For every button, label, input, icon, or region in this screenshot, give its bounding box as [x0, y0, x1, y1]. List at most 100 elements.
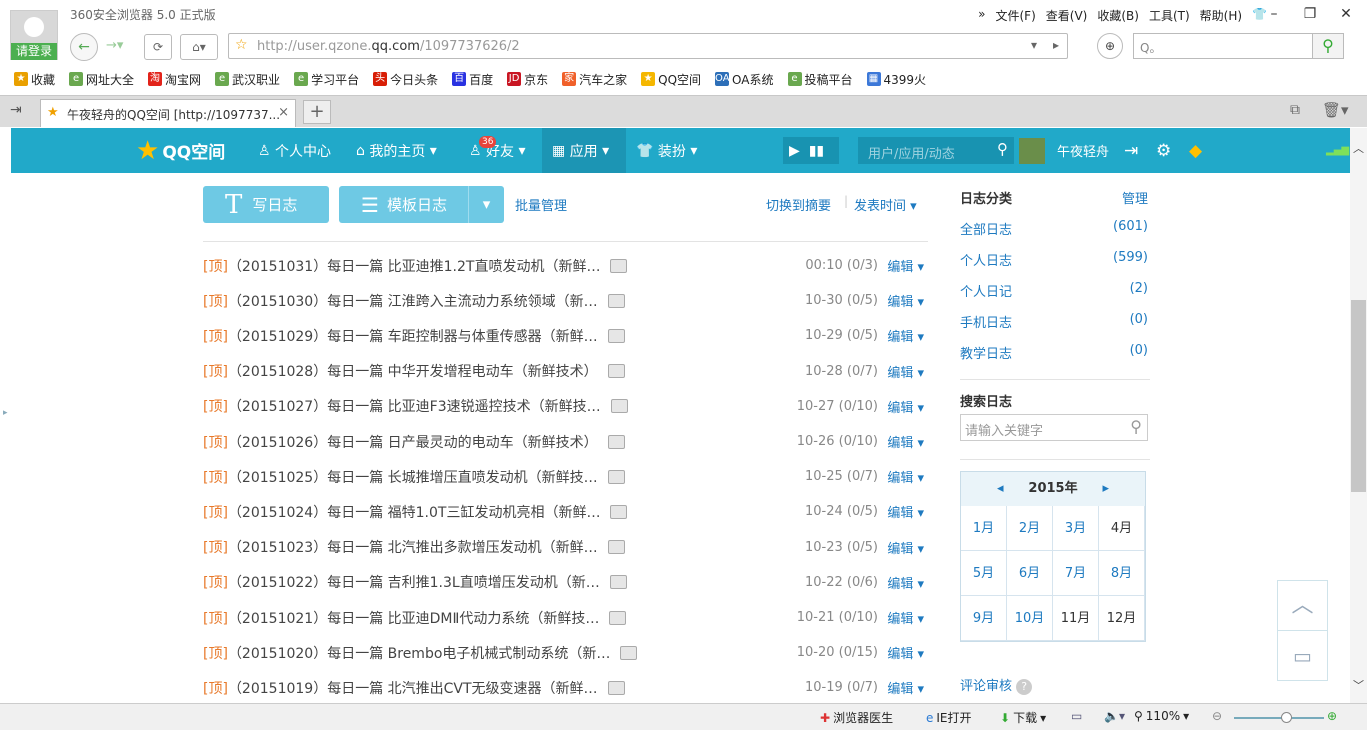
edit-dropdown[interactable]: 编辑 ▾ [887, 502, 924, 521]
edit-dropdown[interactable]: 编辑 ▾ [887, 291, 924, 310]
zoom-control[interactable]: ⚲ 110% ▾ [1134, 709, 1189, 723]
download-button[interactable]: ⬇ 下载 ▾ [1000, 709, 1046, 726]
top-tag[interactable]: [顶] [203, 432, 228, 452]
username-link[interactable]: 午夜轻舟 [1057, 128, 1109, 173]
bookmark-item[interactable]: 头今日头条 [373, 71, 438, 88]
search-button[interactable]: ⚲ [1312, 33, 1344, 59]
minimize-button[interactable]: – [1257, 3, 1291, 25]
blog-title-link[interactable]: （20151025）每日一篇 长城推增压直喷发动机（新鲜技… [228, 467, 598, 487]
refresh-button[interactable]: ⟳ [144, 34, 172, 60]
top-tag[interactable]: [顶] [203, 537, 228, 557]
calendar-month[interactable]: 9月 [961, 596, 1007, 641]
menu-tools[interactable]: 工具(T) [1149, 7, 1190, 24]
blog-title-link[interactable]: （20151031）每日一篇 比亚迪推1.2T直喷发动机（新鲜… [228, 256, 601, 276]
blog-title-link[interactable]: （20151023）每日一篇 北汽推出多款增压发动机（新鲜… [228, 537, 598, 557]
edit-dropdown[interactable]: 编辑 ▾ [887, 643, 924, 662]
bookmark-item[interactable]: e 网址大全 [69, 71, 134, 88]
edit-dropdown[interactable]: 编辑 ▾ [887, 678, 924, 697]
logout-icon[interactable]: ⇥ [1124, 128, 1138, 173]
edit-dropdown[interactable]: 编辑 ▾ [887, 538, 924, 557]
feedback-icon[interactable]: ▭ [1278, 631, 1327, 681]
bookmark-item[interactable]: 家汽车之家 [562, 71, 627, 88]
edit-dropdown[interactable]: 编辑 ▾ [887, 573, 924, 592]
comment-review-link[interactable]: 评论审核 ? [960, 675, 1033, 695]
edit-dropdown[interactable]: 编辑 ▾ [887, 326, 924, 345]
top-tag[interactable]: [顶] [203, 291, 228, 311]
template-dropdown-icon[interactable]: ▾ [468, 186, 504, 223]
top-tag[interactable]: [顶] [203, 678, 228, 698]
menu-favorites[interactable]: 收藏(B) [1097, 7, 1139, 24]
top-tag[interactable]: [顶] [203, 326, 228, 346]
category-item[interactable]: 全部日志 (601) [960, 219, 1148, 238]
music-player[interactable]: ▶ ▮▮ [783, 137, 839, 164]
diamond-icon[interactable]: ◆ [1189, 128, 1202, 173]
calendar-month[interactable]: 2月 [1007, 506, 1053, 551]
scroll-down-icon[interactable]: ﹀ [1350, 677, 1367, 693]
calendar-month[interactable]: 3月 [1053, 506, 1099, 551]
close-button[interactable]: ✕ [1329, 3, 1363, 25]
menu-help[interactable]: 帮助(H) [1200, 7, 1242, 24]
blog-title-link[interactable]: （20151027）每日一篇 比亚迪F3速锐遥控技术（新鲜技… [228, 396, 601, 416]
user-avatar[interactable] [1019, 138, 1045, 164]
blog-title-link[interactable]: （20151026）每日一篇 日产最灵动的电动车（新鲜技术） [228, 432, 598, 452]
bookmark-item[interactable]: e 投稿平台 [787, 71, 853, 88]
menu-file[interactable]: 文件(F) [995, 7, 1035, 24]
left-expand-icon[interactable]: ▸ [3, 408, 8, 418]
forward-button[interactable]: →▾ [106, 38, 123, 53]
top-tag[interactable]: [顶] [203, 572, 228, 592]
blog-title-link[interactable]: （20151028）每日一篇 中华开发增程电动车（新鲜技术） [228, 361, 598, 381]
help-icon[interactable]: ? [1016, 679, 1033, 695]
bookmark-item[interactable]: 淘淘宝网 [148, 71, 201, 88]
shield-icon[interactable]: ⊕ [1097, 33, 1123, 59]
scroll-up-icon[interactable]: ︿ [1350, 140, 1367, 156]
search-icon[interactable]: ⚲ [1130, 417, 1142, 436]
edit-dropdown[interactable]: 编辑 ▾ [887, 608, 924, 627]
zoom-slider[interactable] [1234, 717, 1324, 719]
blog-title-link[interactable]: （20151021）每日一篇 比亚迪DMⅡ代动力系统（新鲜技… [228, 608, 599, 628]
nav-friends[interactable]: ♙ 36 好友 ▾ [469, 128, 526, 173]
batch-manage-link[interactable]: 批量管理 [515, 195, 567, 214]
browser-doctor[interactable]: ✚ 浏览器医生 [820, 709, 893, 726]
bookmark-item[interactable]: ★ QQ空间 [641, 71, 701, 88]
edit-dropdown[interactable]: 编辑 ▾ [887, 432, 924, 451]
top-tag[interactable]: [顶] [203, 396, 228, 416]
blog-title-link[interactable]: （20151022）每日一篇 吉利推1.3L直喷增压发动机（新… [228, 572, 600, 592]
calendar-month[interactable]: 6月 [1007, 551, 1053, 596]
zoom-slider-handle[interactable] [1281, 712, 1292, 723]
bookmark-item[interactable]: 百百度 [452, 71, 493, 88]
top-tag[interactable]: [顶] [203, 608, 228, 628]
manage-link[interactable]: 管理 [1122, 188, 1148, 207]
bookmark-item[interactable]: ▦ 4399火 [866, 71, 926, 88]
sidebar-toggle-icon[interactable]: ⇥ [10, 102, 22, 118]
nav-my-home[interactable]: ⌂ 我的主页 ▾ [356, 128, 437, 173]
search-icon[interactable]: ⚲ [997, 140, 1008, 158]
calendar-month[interactable]: 12月 [1099, 596, 1145, 641]
blog-title-link[interactable]: （20151030）每日一篇 江淮跨入主流动力系统领域（新… [228, 291, 598, 311]
calendar-month[interactable]: 8月 [1099, 551, 1145, 596]
category-item[interactable]: 个人日志 (599) [960, 250, 1148, 269]
calendar-month[interactable]: 4月 [1099, 506, 1145, 551]
go-icon[interactable]: ▸ [1053, 38, 1059, 52]
favorite-star-icon[interactable]: ☆ [235, 37, 248, 53]
new-tab-button[interactable]: + [303, 100, 331, 124]
top-tag[interactable]: [顶] [203, 502, 228, 522]
bookmark-item[interactable]: ★ 收藏 [14, 71, 55, 88]
menu-more-icon[interactable]: » [978, 7, 985, 24]
scrollbar-thumb[interactable] [1351, 300, 1366, 492]
zoom-out-icon[interactable]: ⊖ [1212, 709, 1222, 723]
ie-open[interactable]: e IE打开 [926, 709, 972, 726]
tab-qzone[interactable]: ★ 午夜轻舟的QQ空间 [http://1097737... × [40, 99, 296, 127]
menu-view[interactable]: 查看(V) [1046, 7, 1088, 24]
calendar-month[interactable]: 7月 [1053, 551, 1099, 596]
blog-title-link[interactable]: （20151024）每日一篇 福特1.0T三缸发动机亮相（新鲜… [228, 502, 601, 522]
next-year-icon[interactable]: ▸ [1102, 472, 1109, 506]
blog-search-input[interactable]: 请输入关键字 ⚲ [960, 414, 1148, 441]
tab-close-button[interactable]: × [278, 105, 289, 120]
write-blog-button[interactable]: T 写日志 [203, 186, 329, 223]
home-button[interactable]: ⌂▾ [180, 34, 218, 60]
edit-dropdown[interactable]: 编辑 ▾ [887, 362, 924, 381]
back-to-top-icon[interactable]: ︿ [1278, 581, 1327, 631]
play-icon[interactable]: ▶ [789, 143, 800, 159]
back-button[interactable]: ← [70, 33, 98, 61]
bookmark-item[interactable]: JD 京东 [507, 71, 548, 88]
